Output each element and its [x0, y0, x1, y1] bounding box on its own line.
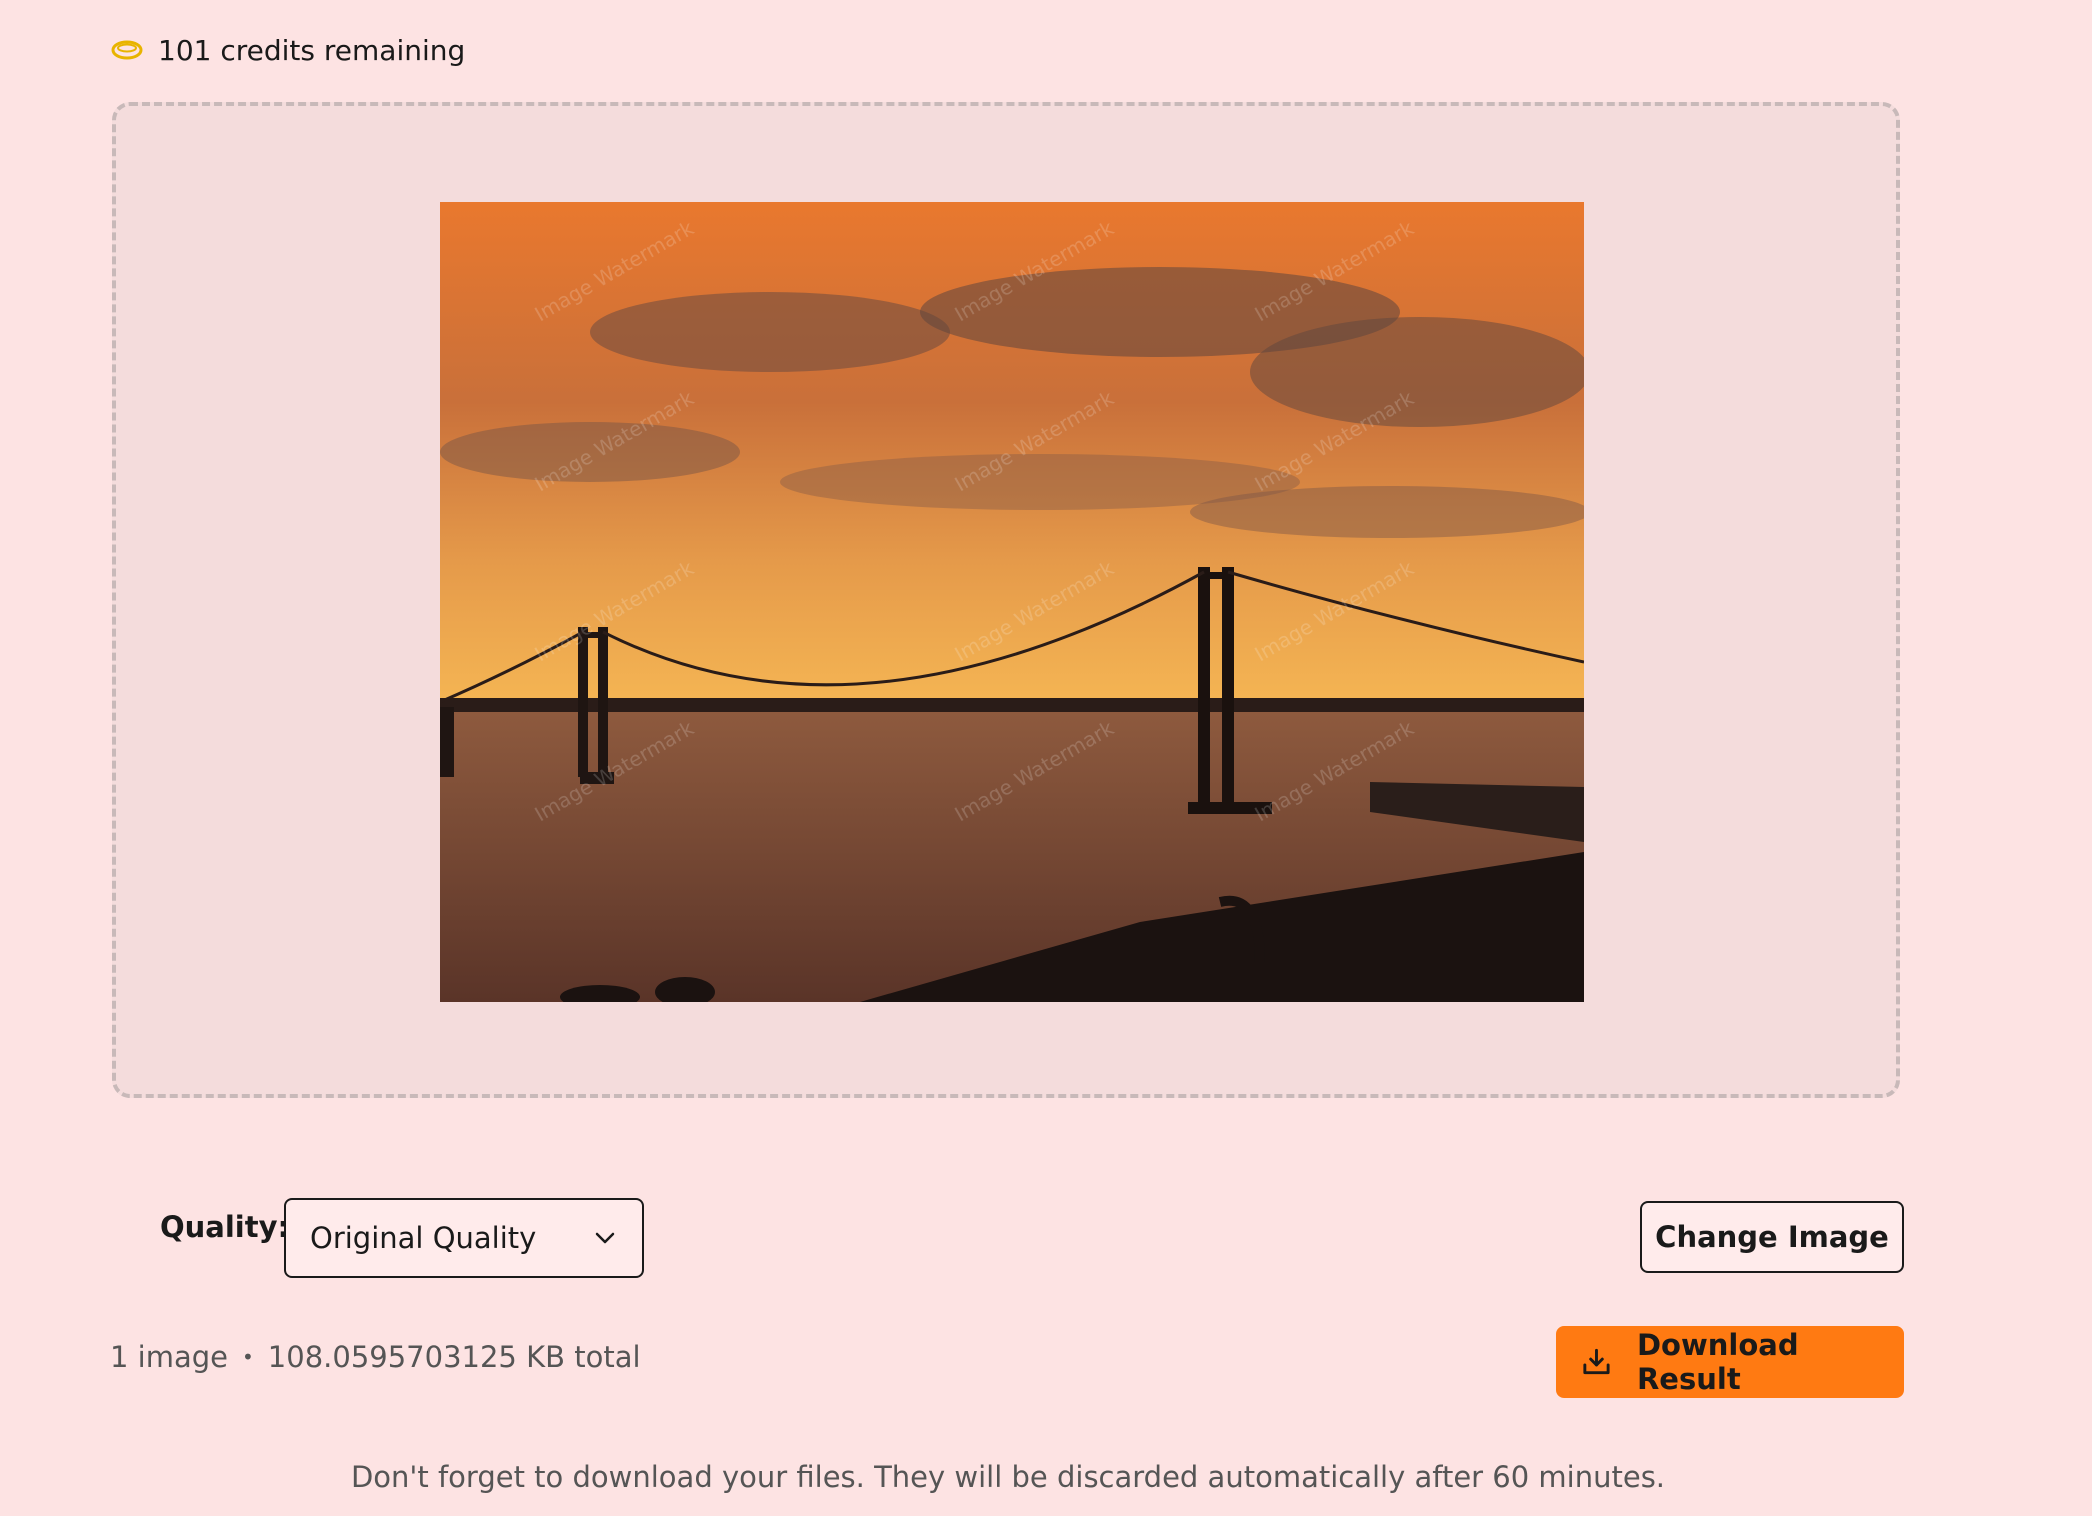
- change-image-button[interactable]: Change Image: [1640, 1201, 1904, 1273]
- separator-dot: •: [242, 1345, 254, 1369]
- credits-indicator: 101 credits remaining: [110, 30, 465, 70]
- quality-select[interactable]: Original Quality: [284, 1198, 644, 1278]
- download-result-button[interactable]: Download Result: [1556, 1326, 1904, 1398]
- discard-notice: Don't forget to download your files. The…: [350, 1460, 1666, 1494]
- credits-text: 101 credits remaining: [158, 33, 466, 67]
- file-info: 1 image • 108.0595703125 KB total: [110, 1340, 641, 1374]
- page: 101 credits remaining Image Watermark Im…: [0, 0, 2092, 1516]
- download-icon: [1583, 1348, 1610, 1375]
- file-count: 1 image: [110, 1340, 228, 1374]
- bridge-sunset-image: Image Watermark Image Watermark Image Wa…: [440, 202, 1584, 1002]
- file-size-total: 108.0595703125 KB total: [267, 1340, 641, 1374]
- download-label: Download Result: [1636, 1328, 1799, 1396]
- quality-selected-value: Original Quality: [310, 1221, 537, 1255]
- image-preview: Image Watermark Image Watermark Image Wa…: [440, 202, 1584, 1002]
- chevron-down-icon: [595, 1232, 615, 1244]
- quality-label: Quality:: [160, 1210, 290, 1244]
- coin-icon: [111, 40, 143, 60]
- image-dropzone[interactable]: Image Watermark Image Watermark Image Wa…: [112, 102, 1900, 1098]
